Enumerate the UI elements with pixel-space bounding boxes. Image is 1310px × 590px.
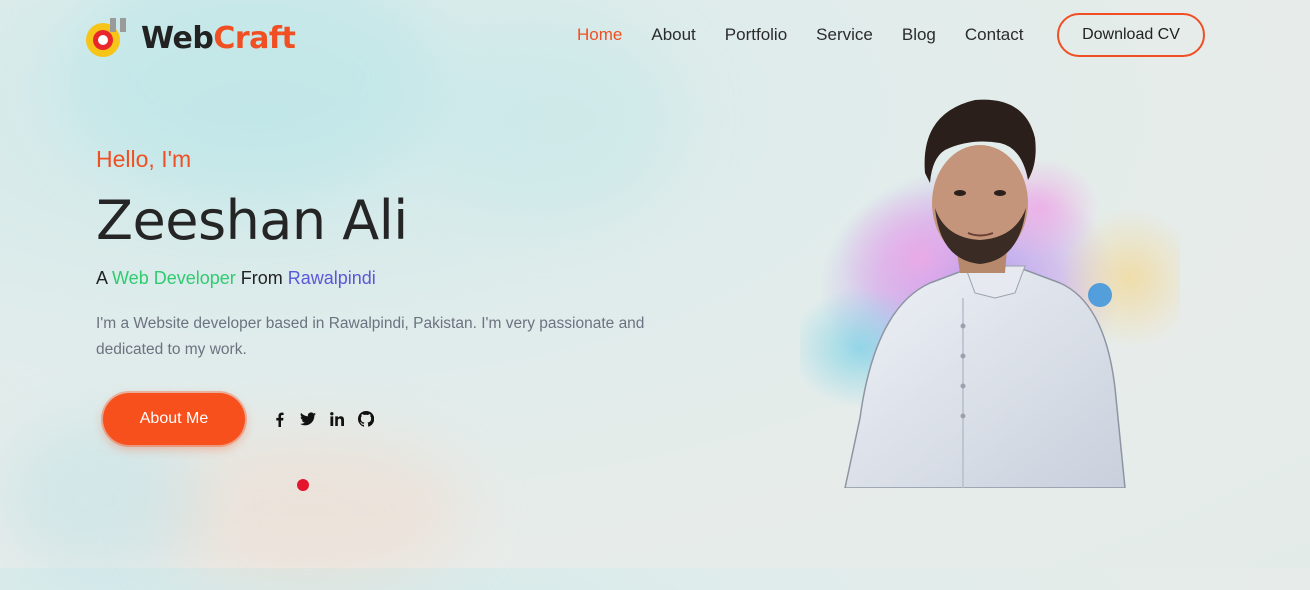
- nav-item-service[interactable]: Service: [816, 25, 873, 45]
- profile-portrait: [790, 88, 1200, 489]
- webcraft-logo-icon: [83, 15, 129, 61]
- facebook-icon[interactable]: [271, 411, 287, 427]
- github-icon[interactable]: [358, 411, 374, 427]
- nav-item-contact[interactable]: Contact: [965, 25, 1024, 45]
- decorative-dot: [297, 479, 309, 491]
- hero-name: Zeeshan Ali: [96, 189, 408, 252]
- hero-actions: About Me: [103, 393, 374, 445]
- linkedin-icon[interactable]: [329, 411, 345, 427]
- nav-item-home[interactable]: Home: [577, 25, 622, 45]
- logo[interactable]: WebCraft: [83, 15, 296, 61]
- nav-item-blog[interactable]: Blog: [902, 25, 936, 45]
- hero-section: Hello, I'm Zeeshan Ali A Web Developer F…: [96, 146, 716, 363]
- nav-item-about[interactable]: About: [651, 25, 695, 45]
- download-cv-button[interactable]: Download CV: [1057, 13, 1205, 57]
- main-nav: Home About Portfolio Service Blog Contac…: [577, 25, 1052, 45]
- twitter-icon[interactable]: [300, 411, 316, 427]
- site-header: WebCraft Home About Portfolio Service Bl…: [0, 0, 1310, 72]
- role-title: Web Developer: [112, 268, 236, 288]
- greeting-text: Hello, I'm: [96, 146, 192, 172]
- hero-description: I'm a Website developer based in Rawalpi…: [96, 315, 645, 358]
- social-links: [271, 411, 374, 427]
- hero-role: A Web Developer From Rawalpindi: [96, 268, 376, 288]
- about-me-button[interactable]: About Me: [103, 393, 245, 445]
- role-location: Rawalpindi: [287, 268, 376, 288]
- nav-item-portfolio[interactable]: Portfolio: [725, 25, 787, 45]
- logo-text: WebCraft: [141, 20, 296, 56]
